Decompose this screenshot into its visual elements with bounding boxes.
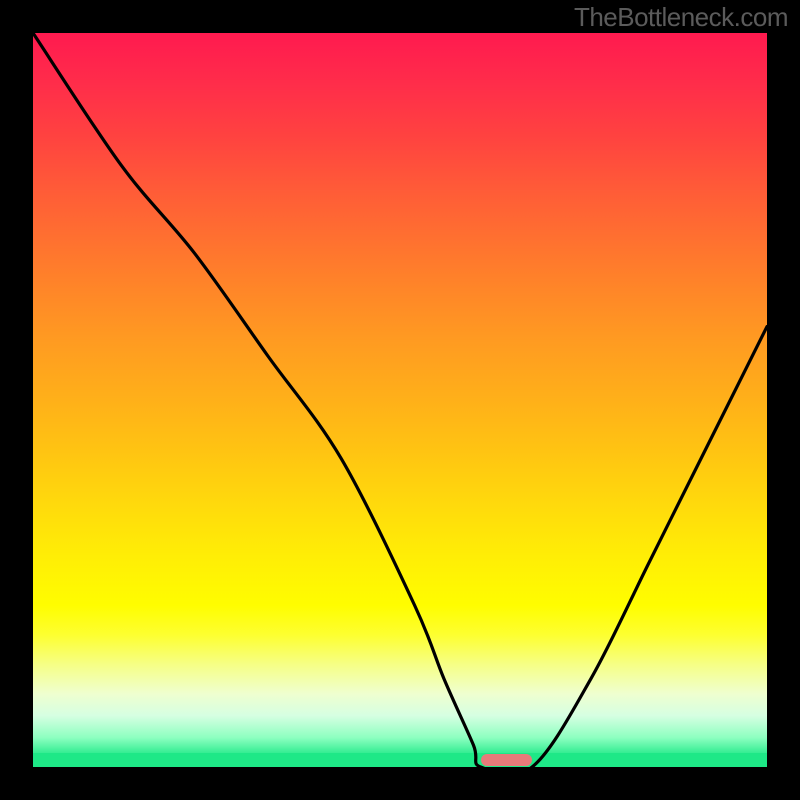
bottleneck-curve-path [33,33,767,767]
watermark-text: TheBottleneck.com [574,2,788,33]
plot-area [33,33,767,767]
chart-frame: TheBottleneck.com [0,0,800,800]
bottleneck-curve-svg [33,33,767,767]
